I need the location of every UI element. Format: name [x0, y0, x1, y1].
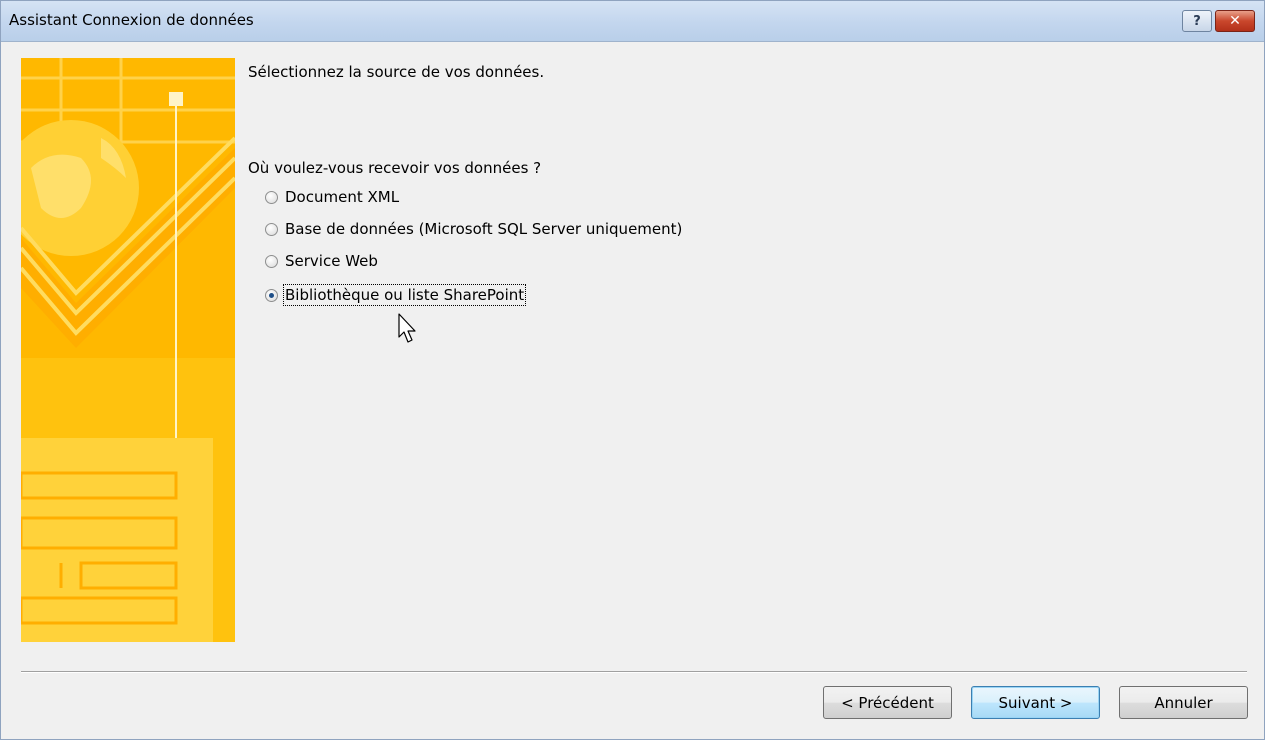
help-icon: ? — [1193, 13, 1201, 29]
option-label: Service Web — [285, 252, 378, 270]
wizard-window: Assistant Connexion de données ? ✕ Sélec… — [0, 0, 1265, 740]
close-icon: ✕ — [1229, 13, 1241, 29]
option-label: Bibliothèque ou liste SharePoint — [282, 284, 527, 306]
footer-separator — [21, 671, 1247, 673]
radio-service-web[interactable] — [265, 254, 278, 268]
close-button[interactable]: ✕ — [1215, 10, 1255, 32]
previous-button[interactable]: < Précédent — [823, 686, 952, 719]
option-label: Base de données (Microsoft SQL Server un… — [285, 220, 683, 238]
mouse-pointer-icon — [398, 313, 416, 343]
next-button[interactable]: Suivant > — [971, 686, 1100, 719]
option-document-xml[interactable]: Document XML — [265, 186, 399, 208]
radio-sharepoint[interactable] — [265, 288, 278, 302]
help-button[interactable]: ? — [1182, 10, 1212, 32]
title-bar[interactable]: Assistant Connexion de données ? ✕ — [1, 1, 1264, 42]
step-heading: Sélectionnez la source de vos données. — [248, 63, 545, 81]
window-title: Assistant Connexion de données — [9, 11, 254, 29]
option-sharepoint[interactable]: Bibliothèque ou liste SharePoint — [265, 284, 527, 306]
cancel-button[interactable]: Annuler — [1119, 686, 1248, 719]
wizard-banner-image — [21, 58, 235, 642]
option-label: Document XML — [285, 188, 400, 206]
radio-document-xml[interactable] — [265, 190, 278, 204]
radio-base-de-donnees[interactable] — [265, 222, 278, 236]
source-question: Où voulez-vous recevoir vos données ? — [248, 159, 542, 177]
option-service-web[interactable]: Service Web — [265, 250, 378, 272]
option-base-de-donnees[interactable]: Base de données (Microsoft SQL Server un… — [265, 218, 682, 240]
